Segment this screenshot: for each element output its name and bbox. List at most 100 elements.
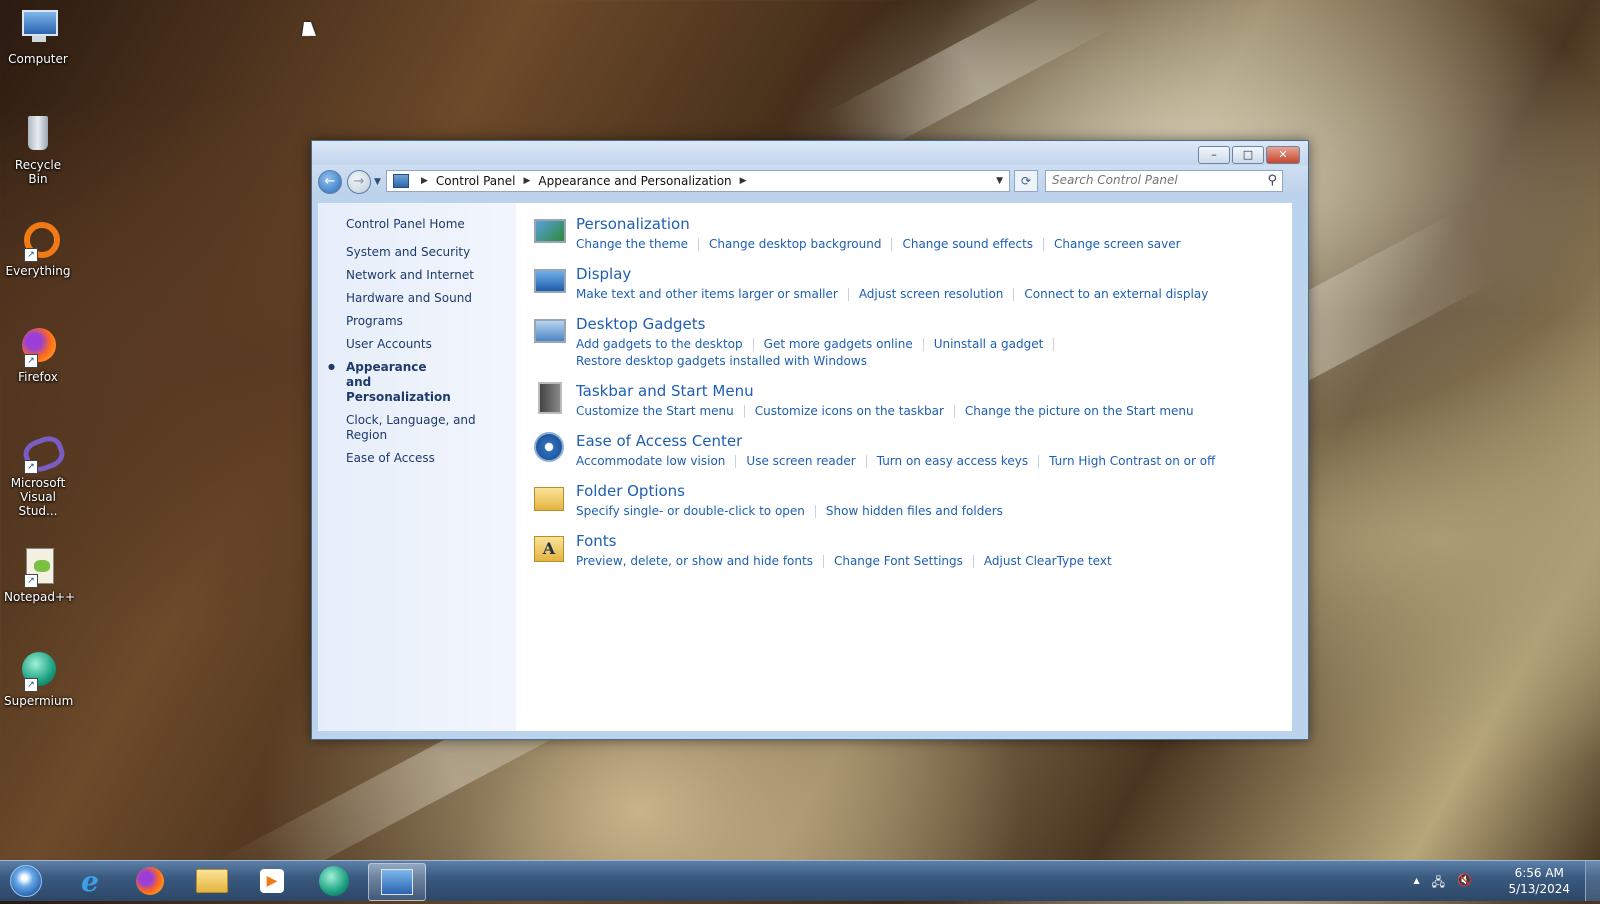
task-link[interactable]: Adjust screen resolution: [859, 287, 1004, 301]
desktop-icon-notepadpp[interactable]: ↗ Notepad++: [4, 546, 76, 604]
taskbar-media-player[interactable]: ▶: [244, 863, 300, 899]
desktop-icon-label: Computer: [8, 52, 68, 66]
internet-explorer-icon: e: [81, 864, 99, 898]
clock[interactable]: 6:56 AM 5/13/2024: [1508, 865, 1570, 897]
sidebar-item-system-security[interactable]: System and Security: [346, 245, 516, 260]
sidebar-item-user-accounts[interactable]: User Accounts: [346, 337, 516, 352]
category-display: Display Make text and other items larger…: [534, 253, 1292, 303]
task-link[interactable]: Restore desktop gadgets installed with W…: [576, 354, 867, 368]
task-link[interactable]: Change desktop background: [709, 237, 881, 251]
sidebar-item-programs[interactable]: Programs: [346, 314, 516, 329]
desktop-icon-everything[interactable]: ↗ Everything: [4, 220, 72, 278]
sidebar-item-ease-of-access[interactable]: Ease of Access: [346, 451, 516, 466]
task-link[interactable]: Customize the Start menu: [576, 404, 734, 418]
taskbar-supermium[interactable]: [306, 863, 362, 899]
task-link[interactable]: Connect to an external display: [1024, 287, 1208, 301]
clock-time: 6:56 AM: [1514, 866, 1564, 880]
sidebar-item-appearance-personalization[interactable]: Appearance and Personalization: [328, 359, 451, 405]
navigation-bar: ← → ▼ ▶ Control Panel ▶ Appearance and P…: [312, 165, 1308, 195]
fonts-icon: A: [534, 532, 566, 564]
windows-logo-icon: [10, 865, 42, 897]
clock-date: 5/13/2024: [1508, 882, 1570, 896]
category-folder-options: Folder Options Specify single- or double…: [534, 470, 1292, 520]
breadcrumb-separator-icon[interactable]: ▶: [524, 176, 531, 186]
minimize-button[interactable]: –: [1198, 146, 1230, 164]
category-title[interactable]: Personalization: [576, 215, 1181, 233]
task-link[interactable]: Change sound effects: [902, 237, 1033, 251]
show-desktop-button[interactable]: [1585, 861, 1600, 901]
control-panel-window: – □ ✕ ← → ▼ ▶ Control Panel ▶ Appearance…: [311, 140, 1309, 740]
mouse-cursor: [302, 22, 318, 36]
close-button[interactable]: ✕: [1266, 146, 1300, 164]
title-bar[interactable]: – □ ✕: [312, 141, 1308, 165]
sidebar-item-network-internet[interactable]: Network and Internet: [346, 268, 516, 283]
address-bar[interactable]: ▶ Control Panel ▶ Appearance and Persona…: [386, 170, 1010, 192]
system-tray: ▲ 🖧 🔇: [1414, 873, 1473, 894]
task-link[interactable]: Make text and other items larger or smal…: [576, 287, 838, 301]
category-title[interactable]: Ease of Access Center: [576, 432, 1215, 450]
sidebar-item-hardware-sound[interactable]: Hardware and Sound: [346, 291, 516, 306]
address-dropdown-icon[interactable]: ▼: [996, 176, 1003, 186]
refresh-button[interactable]: ⟳: [1014, 170, 1038, 192]
category-title[interactable]: Taskbar and Start Menu: [576, 382, 1194, 400]
display-icon: [534, 265, 566, 297]
category-title[interactable]: Desktop Gadgets: [576, 315, 1064, 333]
control-panel-icon: [381, 869, 413, 895]
recent-pages-dropdown[interactable]: ▼: [374, 177, 381, 187]
maximize-button[interactable]: □: [1232, 146, 1264, 164]
sidebar: Control Panel Home System and Security N…: [318, 203, 516, 731]
back-button[interactable]: ←: [318, 170, 342, 194]
task-link[interactable]: Turn High Contrast on or off: [1049, 454, 1215, 468]
firefox-icon: [136, 867, 164, 895]
control-panel-home-link[interactable]: Control Panel Home: [346, 217, 516, 231]
task-link[interactable]: Use screen reader: [746, 454, 855, 468]
breadcrumb-control-panel[interactable]: Control Panel: [436, 174, 516, 188]
desktop-icon-label: Firefox: [18, 370, 58, 384]
category-title[interactable]: Fonts: [576, 532, 1112, 550]
category-title[interactable]: Display: [576, 265, 1208, 283]
sidebar-item-clock-language-region[interactable]: Clock, Language, and Region: [346, 413, 516, 443]
task-link[interactable]: Customize icons on the taskbar: [755, 404, 944, 418]
desktop-icon-label: Everything: [5, 264, 71, 278]
start-button[interactable]: [0, 863, 52, 899]
breadcrumb-appearance[interactable]: Appearance and Personalization: [538, 174, 731, 188]
show-hidden-icons-button[interactable]: ▲: [1414, 873, 1420, 894]
desktop-icon-recycle-bin[interactable]: Recycle Bin: [4, 114, 72, 186]
desktop-icon-computer[interactable]: Computer: [4, 8, 72, 66]
network-icon[interactable]: 🖧: [1432, 873, 1445, 894]
search-icon[interactable]: ⚲: [1267, 173, 1277, 188]
task-link[interactable]: Specify single- or double-click to open: [576, 504, 805, 518]
taskbar: e ▶ ▲ 🖧 🔇 6:56 AM 5/13/2024: [0, 860, 1600, 901]
notepadpp-icon: ↗: [18, 546, 58, 588]
desktop-icon-label: Recycle Bin: [14, 158, 62, 186]
task-link[interactable]: Change screen saver: [1054, 237, 1181, 251]
search-box[interactable]: ⚲: [1045, 170, 1283, 192]
desktop-icon-supermium[interactable]: ↗ Supermium: [4, 650, 74, 708]
search-input[interactable]: [1046, 171, 1252, 189]
task-link[interactable]: Show hidden files and folders: [826, 504, 1003, 518]
task-link[interactable]: Change the theme: [576, 237, 688, 251]
category-title[interactable]: Folder Options: [576, 482, 1003, 500]
breadcrumb-separator-icon[interactable]: ▶: [421, 176, 428, 186]
gadgets-icon: [534, 315, 566, 347]
task-link[interactable]: Change Font Settings: [834, 554, 963, 568]
task-link[interactable]: Turn on easy access keys: [877, 454, 1028, 468]
taskbar-internet-explorer[interactable]: e: [62, 863, 118, 899]
task-link[interactable]: Uninstall a gadget: [934, 337, 1044, 351]
task-link[interactable]: Get more gadgets online: [764, 337, 913, 351]
task-link[interactable]: Change the picture on the Start menu: [965, 404, 1194, 418]
task-link[interactable]: Adjust ClearType text: [984, 554, 1112, 568]
desktop-icon-visual-studio[interactable]: ↗ Microsoft Visual Stud...: [4, 432, 72, 518]
taskbar-file-explorer[interactable]: [184, 863, 240, 899]
desktop-icon-label: Notepad++: [4, 590, 76, 604]
volume-muted-icon[interactable]: 🔇: [1457, 873, 1472, 894]
forward-button[interactable]: →: [347, 170, 371, 194]
task-link[interactable]: Preview, delete, or show and hide fonts: [576, 554, 813, 568]
taskbar-control-panel[interactable]: [368, 863, 426, 901]
task-link[interactable]: Accommodate low vision: [576, 454, 725, 468]
desktop-icon-label: Supermium: [4, 694, 74, 708]
taskbar-firefox[interactable]: [122, 863, 178, 899]
breadcrumb-separator-icon[interactable]: ▶: [740, 176, 747, 186]
desktop-icon-firefox[interactable]: ↗ Firefox: [4, 326, 72, 384]
task-link[interactable]: Add gadgets to the desktop: [576, 337, 743, 351]
